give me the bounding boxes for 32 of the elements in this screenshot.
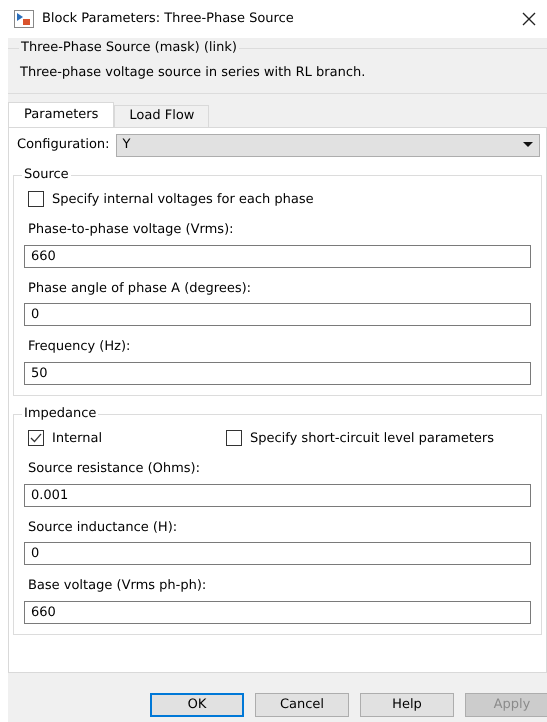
checkbox-label: Internal [52,430,102,448]
field-label: Frequency (Hz): [27,338,132,356]
checkbox[interactable] [28,191,44,208]
checkbox[interactable] [28,430,44,446]
mask-description: Three-phase voltage source in series with RL branch. [20,64,366,82]
tab[interactable]: Parameters [8,102,114,126]
configuration-dropdown[interactable]: Y [116,134,540,156]
input-field[interactable]: 0.001 [24,484,531,506]
checkmark-icon [30,432,42,444]
dialog-button[interactable]: Cancel [255,692,349,716]
dropdown-arrow-icon [523,142,533,148]
input-field[interactable]: 660 [24,244,531,268]
checkbox[interactable] [226,430,242,446]
checkbox-label: Specify short-circuit level parameters [250,430,494,448]
block-icon [14,10,34,28]
field-label: Source inductance (H): [27,518,178,536]
configuration-label: Configuration: [17,136,110,154]
tab[interactable]: Load Flow [114,104,210,126]
field-label: Phase-to-phase voltage (Vrms): [27,221,235,239]
input-field[interactable]: 0 [24,542,531,565]
dialog-button[interactable]: Help [360,692,454,716]
dialog-button[interactable]: OK [150,692,244,716]
field-label: Base voltage (Vrms ph-ph): [27,577,208,595]
input-field[interactable]: 0 [24,303,531,326]
field-label: Source resistance (Ohms): [27,460,202,478]
checkbox-label: Specify internal voltages for each phase [52,190,314,208]
field-label: Phase angle of phase A (degrees): [27,280,252,298]
input-field[interactable]: 50 [24,362,531,384]
close-icon[interactable] [521,11,537,27]
window-title: Block Parameters: Three-Phase Source [42,10,295,28]
section-title: Impedance [22,404,98,422]
input-field[interactable]: 660 [24,600,531,624]
